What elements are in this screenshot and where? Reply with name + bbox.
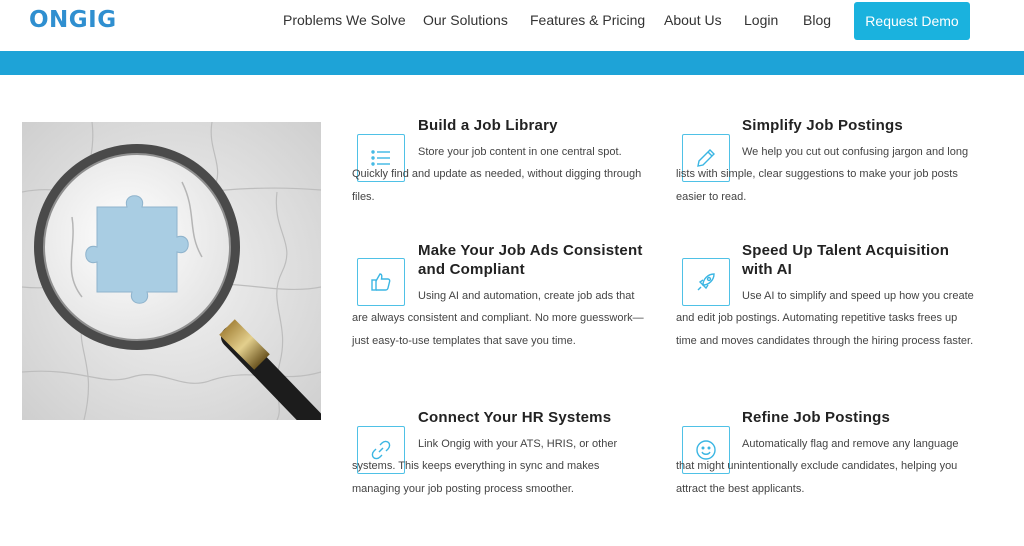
nav-about-us[interactable]: About Us — [664, 12, 722, 28]
feature-title: Connect Your HR Systems — [418, 409, 612, 426]
nav-login[interactable]: Login — [744, 12, 778, 28]
nav-problems-we-solve[interactable]: Problems We Solve — [283, 12, 406, 28]
feature-title: Simplify Job Postings — [742, 117, 903, 134]
feature-title: Build a Job Library — [418, 117, 558, 134]
feature-description: Use AI to simplify and speed up how you … — [676, 290, 974, 347]
blue-banner-strip — [0, 51, 1024, 75]
feature-description: Store your job content in one central sp… — [352, 146, 642, 203]
feature-description: Using AI and automation, create job ads … — [352, 290, 644, 347]
feature-description: We help you cut out confusing jargon and… — [676, 146, 969, 203]
nav-our-solutions[interactable]: Our Solutions — [423, 12, 508, 28]
feature-title: Speed Up Talent Acquisition with AI — [742, 242, 950, 278]
nav-features-pricing[interactable]: Features & Pricing — [530, 12, 645, 28]
feature-title: Make Your Job Ads Consistent and Complia… — [418, 242, 643, 278]
feature-title: Refine Job Postings — [742, 409, 890, 426]
logo[interactable]: ONGIG — [29, 7, 117, 33]
nav-blog[interactable]: Blog — [803, 12, 831, 28]
feature-description: Automatically flag and remove any langua… — [676, 438, 959, 495]
request-demo-button[interactable]: Request Demo — [854, 2, 970, 40]
feature-description: Link Ongig with your ATS, HRIS, or other… — [352, 438, 618, 495]
puzzle-magnifier-image — [22, 122, 321, 420]
top-navigation: ONGIG Problems We Solve Our Solutions Fe… — [0, 0, 1024, 50]
